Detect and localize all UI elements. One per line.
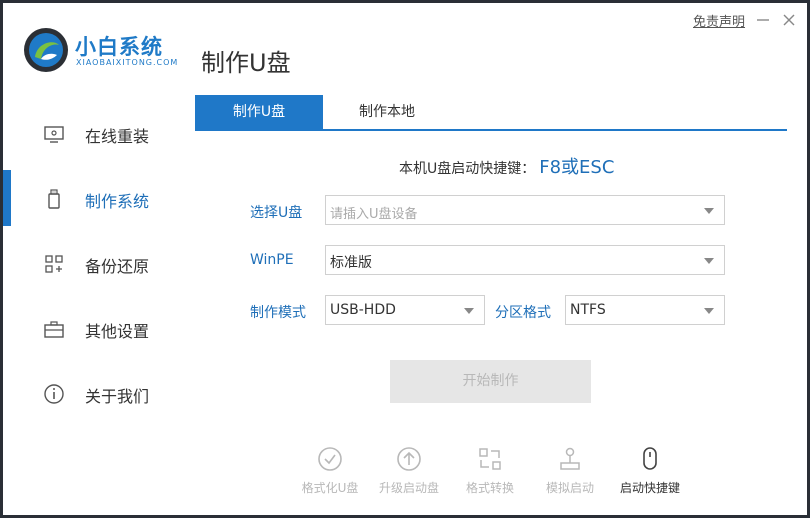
minimize-icon xyxy=(757,19,769,21)
close-icon xyxy=(783,14,795,26)
sidebar-item-label: 其他设置 xyxy=(85,322,150,341)
tool-label: 启动快捷键 xyxy=(619,481,680,495)
brand-url: XIAOBAIXITONG.COM xyxy=(76,58,179,67)
close-button[interactable] xyxy=(778,9,800,31)
app-logo-icon xyxy=(24,28,68,72)
mouse-icon xyxy=(643,447,657,470)
partition-select[interactable]: NTFS xyxy=(565,295,725,325)
sidebar-item-online-reinstall[interactable]: 在线重装 xyxy=(3,105,183,161)
winpe-select[interactable]: 标准版 xyxy=(325,245,725,275)
usb-select-label: 选择U盘 xyxy=(250,205,303,221)
tool-label: 格式转换 xyxy=(465,481,514,495)
tab-make-usb[interactable]: 制作U盘 xyxy=(195,95,323,129)
sidebar-item-label: 在线重装 xyxy=(85,127,150,146)
tool-label: 格式化U盘 xyxy=(301,481,359,495)
hotkey-label: 本机U盘启动快捷键： xyxy=(399,161,536,177)
joystick-icon xyxy=(560,447,580,470)
page-title: 制作U盘 xyxy=(201,49,291,77)
tool-simulate-boot[interactable]: 模拟启动 xyxy=(530,446,610,496)
sidebar-item-label: 备份还原 xyxy=(85,257,150,276)
disclaimer-link[interactable]: 免责声明 xyxy=(693,11,745,30)
check-circle-icon xyxy=(318,447,342,471)
tool-boot-hotkey[interactable]: 启动快捷键 xyxy=(610,446,690,496)
winpe-select-value: 标准版 xyxy=(330,255,372,271)
sidebar-item-about-us[interactable]: 关于我们 xyxy=(3,365,183,421)
start-make-button[interactable]: 开始制作 xyxy=(390,360,591,403)
monitor-icon xyxy=(44,126,64,143)
chevron-down-icon xyxy=(704,208,714,214)
mode-select-value: USB-HDD xyxy=(330,302,396,318)
hotkey-value: F8或ESC xyxy=(539,157,615,178)
tool-upgrade-boot-disk[interactable]: 升级启动盘 xyxy=(369,446,449,496)
grid-icon xyxy=(45,255,63,273)
mode-select[interactable]: USB-HDD xyxy=(325,295,485,325)
partition-label: 分区格式 xyxy=(495,305,551,321)
info-icon xyxy=(44,384,64,404)
convert-icon xyxy=(479,448,501,470)
app-window: 小白系统 XIAOBAIXITONG.COM 制作U盘 免责声明 在线重装 制作… xyxy=(3,3,807,515)
hotkey-info: 本机U盘启动快捷键： F8或ESC xyxy=(399,153,614,179)
chevron-down-icon xyxy=(704,308,714,314)
sidebar-item-backup-restore[interactable]: 备份还原 xyxy=(3,235,183,291)
tab-bar: 制作U盘 制作本地 xyxy=(195,95,787,131)
tool-format-usb[interactable]: 格式化U盘 xyxy=(290,446,370,496)
sidebar-item-make-system[interactable]: 制作系统 xyxy=(3,170,183,226)
minimize-button[interactable] xyxy=(752,9,774,31)
upload-circle-icon xyxy=(397,447,421,471)
tab-make-local[interactable]: 制作本地 xyxy=(323,95,451,129)
chevron-down-icon xyxy=(704,258,714,264)
mode-label: 制作模式 xyxy=(250,305,306,321)
chevron-down-icon xyxy=(464,308,474,314)
tool-label: 模拟启动 xyxy=(545,481,594,495)
usb-select[interactable]: 请插入U盘设备 xyxy=(325,195,725,225)
winpe-label: WinPE xyxy=(250,252,294,268)
tool-format-convert[interactable]: 格式转换 xyxy=(450,446,530,496)
brand-name: 小白系统 xyxy=(75,35,163,59)
sidebar: 在线重装 制作系统 备份还原 其他设置 关于我们 xyxy=(3,103,183,433)
partition-select-value: NTFS xyxy=(570,302,606,318)
tool-label: 升级启动盘 xyxy=(378,481,439,495)
sidebar-item-label: 关于我们 xyxy=(85,387,150,406)
usb-select-placeholder: 请插入U盘设备 xyxy=(330,207,418,222)
sidebar-item-label: 制作系统 xyxy=(85,192,150,211)
sidebar-item-other-settings[interactable]: 其他设置 xyxy=(3,300,183,356)
usb-drive-icon xyxy=(48,189,60,209)
briefcase-icon xyxy=(44,321,64,338)
